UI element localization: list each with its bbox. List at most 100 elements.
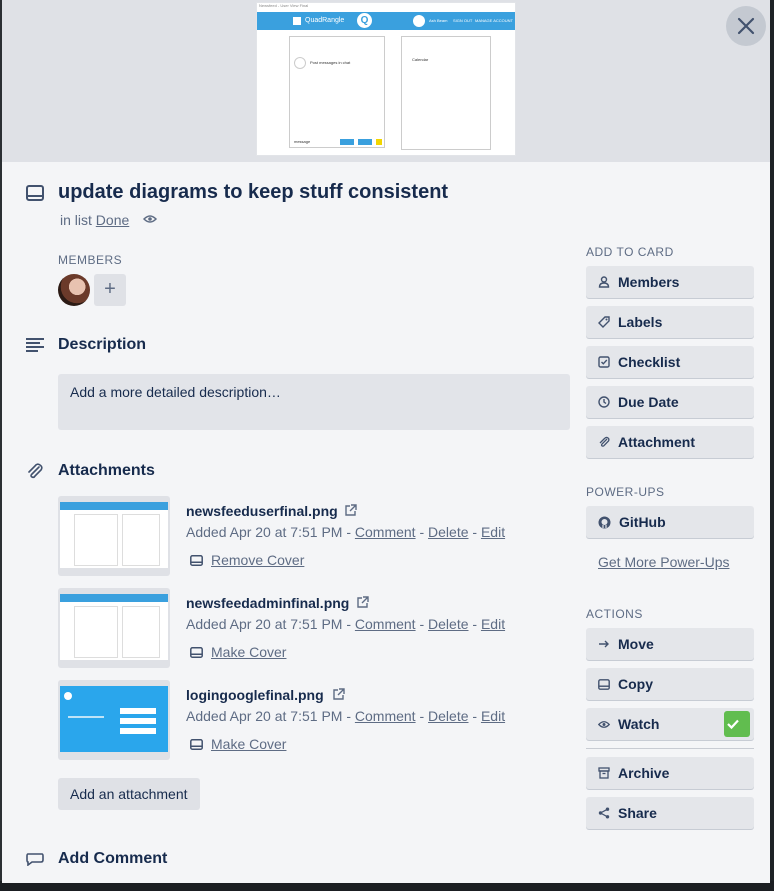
card-title[interactable]: update diagrams to keep stuff consistent [58, 181, 448, 204]
due-date-button-label: Due Date [618, 394, 679, 410]
mock-input-text: message [294, 139, 311, 144]
checklist-button-label: Checklist [618, 354, 681, 370]
mock-chat-avatar [294, 57, 306, 69]
eye-icon [598, 720, 610, 728]
close-button[interactable] [726, 6, 766, 46]
mock-chat-text: Post messages in chat [310, 60, 351, 65]
github-button[interactable]: GitHub [586, 506, 754, 538]
description-input[interactable]: Add a more detailed description… [58, 374, 570, 430]
separator: - [415, 524, 429, 540]
mock-button [376, 139, 382, 145]
attachment-name[interactable]: newsfeedadminfinal.png [186, 595, 349, 611]
mock-calendar-panel: Calendar [401, 36, 491, 150]
add-attachment-button[interactable]: Add an attachment [58, 778, 200, 810]
mock-avatar [413, 15, 425, 27]
attachment-meta: Added Apr 20 at 7:51 PM - Comment - Dele… [186, 708, 505, 724]
remove-cover-button[interactable]: Remove Cover [190, 552, 304, 568]
move-button[interactable]: Move [586, 628, 754, 660]
watching-check-badge [724, 711, 750, 737]
add-member-button[interactable]: + [94, 274, 126, 306]
remove-cover-label: Remove Cover [211, 552, 305, 568]
description-icon [26, 338, 44, 352]
attachment-thumbnail[interactable] [58, 496, 170, 576]
mock-button [358, 139, 372, 145]
description-title: Description [58, 336, 147, 353]
arrow-right-icon [599, 640, 609, 648]
cover-caption: Newsfeed - User View Final [259, 3, 309, 8]
checkbox-icon [598, 356, 610, 368]
copy-button[interactable]: Copy [586, 668, 754, 700]
members-label: MEMBERS [58, 253, 123, 267]
card-cover-icon [190, 738, 203, 750]
attachment-edit-link[interactable]: Edit [481, 708, 505, 724]
archive-button-label: Archive [618, 765, 670, 781]
attachments-title: Attachments [58, 462, 155, 479]
close-icon [737, 17, 755, 35]
attachment-name[interactable]: newsfeeduserfinal.png [186, 503, 338, 519]
external-link-icon[interactable] [344, 504, 357, 517]
attachment-delete-link[interactable]: Delete [428, 708, 468, 724]
card-cover-icon [190, 554, 203, 566]
mock-navbar: QuadRangle Q Ash Beam SIGN OUT MANAGE AC… [257, 12, 515, 30]
clock-icon [598, 396, 610, 408]
share-icon [598, 807, 610, 819]
mock-logo-q: Q [357, 13, 372, 28]
add-comment-title: Add Comment [58, 850, 168, 867]
attachment-thumbnail[interactable] [58, 680, 170, 760]
share-button[interactable]: Share [586, 797, 754, 829]
list-link[interactable]: Done [96, 212, 129, 228]
attachment-delete-link[interactable]: Delete [428, 616, 468, 632]
separator: - [415, 616, 429, 632]
github-button-label: GitHub [619, 514, 666, 530]
attachment-edit-link[interactable]: Edit [481, 616, 505, 632]
divider [586, 748, 754, 749]
paperclip-icon [599, 436, 610, 447]
make-cover-button[interactable]: Make Cover [190, 736, 286, 752]
mock-calendar-text: Calendar [412, 57, 429, 62]
attachment-comment-link[interactable]: Comment [355, 616, 416, 632]
separator: - [468, 524, 481, 540]
card-cover-icon [190, 646, 203, 658]
attachment-name[interactable]: logingooglefinal.png [186, 687, 324, 703]
attachment-added: Added Apr 20 at 7:51 PM - [186, 708, 355, 724]
make-cover-label: Make Cover [211, 644, 287, 660]
avatar[interactable] [58, 274, 90, 306]
make-cover-button[interactable]: Make Cover [190, 644, 286, 660]
card-list-info: in list Done [60, 212, 129, 228]
card-cover[interactable]: Newsfeed - User View Final QuadRangle Q … [2, 0, 770, 162]
get-more-power-ups-link[interactable]: Get More Power-Ups [598, 554, 729, 570]
labels-button[interactable]: Labels [586, 306, 754, 338]
external-link-icon[interactable] [356, 596, 369, 609]
comment-icon [26, 853, 44, 866]
external-link-icon[interactable] [332, 688, 345, 701]
checkmark-icon [727, 719, 739, 730]
attachment-comment-link[interactable]: Comment [355, 524, 416, 540]
mock-logo-square [293, 17, 301, 25]
card-copy-icon [598, 678, 610, 690]
github-icon [598, 516, 611, 528]
attachment-button[interactable]: Attachment [586, 426, 754, 458]
attachment-meta: Added Apr 20 at 7:51 PM - Comment - Dele… [186, 616, 505, 632]
members-button[interactable]: Members [586, 266, 754, 298]
due-date-button[interactable]: Due Date [586, 386, 754, 418]
attachment-button-label: Attachment [618, 434, 696, 450]
attachment-comment-link[interactable]: Comment [355, 708, 416, 724]
separator: - [468, 708, 481, 724]
in-list-prefix: in list [60, 212, 92, 228]
watch-button[interactable]: Watch [586, 708, 754, 740]
archive-icon [598, 767, 610, 779]
make-cover-label: Make Cover [211, 736, 287, 752]
checklist-button[interactable]: Checklist [586, 346, 754, 378]
archive-button[interactable]: Archive [586, 757, 754, 789]
eye-icon [143, 215, 157, 223]
watch-button-label: Watch [618, 716, 660, 732]
label-tag-icon [598, 316, 610, 328]
attachment-meta: Added Apr 20 at 7:51 PM - Comment - Dele… [186, 524, 505, 540]
actions-label: ACTIONS [586, 607, 643, 621]
attachment-delete-link[interactable]: Delete [428, 524, 468, 540]
attachment-edit-link[interactable]: Edit [481, 524, 505, 540]
background-board-edge [770, 0, 774, 891]
attachment-added: Added Apr 20 at 7:51 PM - [186, 616, 355, 632]
attachment-thumbnail[interactable] [58, 588, 170, 668]
power-ups-label: POWER-UPS [586, 485, 665, 499]
